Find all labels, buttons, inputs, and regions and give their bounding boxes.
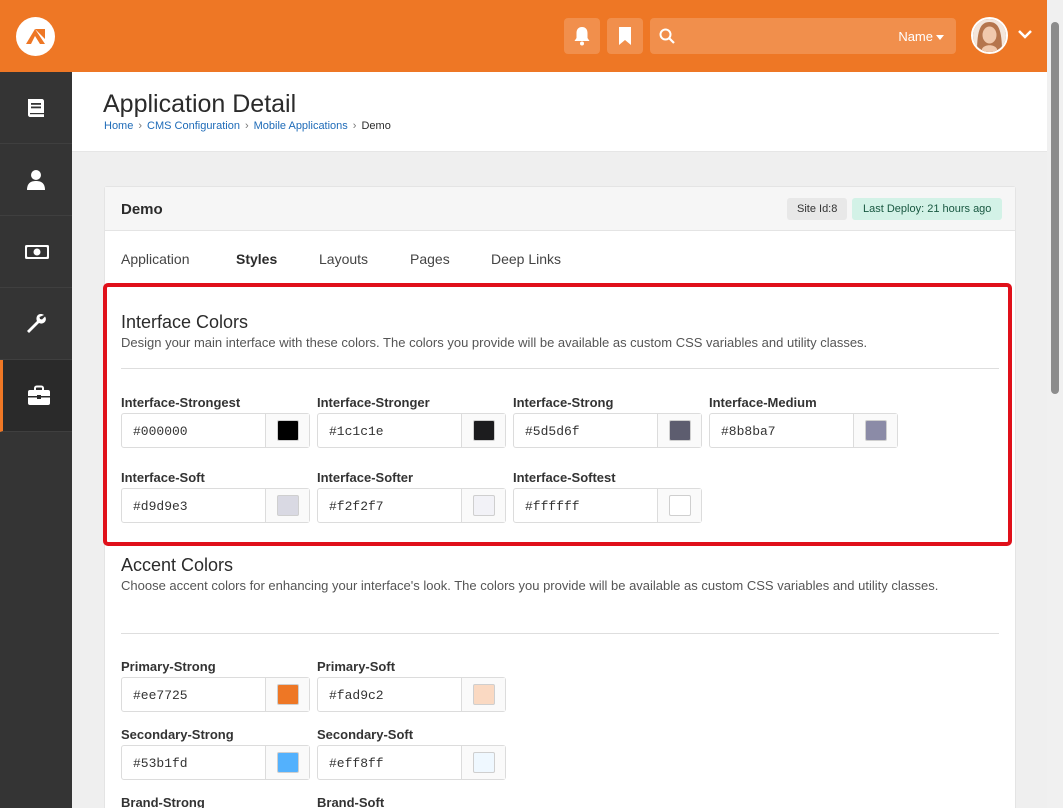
avatar[interactable] (971, 17, 1008, 54)
color-input[interactable]: #fad9c2 (329, 688, 384, 703)
breadcrumb-mobile-applications[interactable]: Mobile Applications (254, 120, 348, 132)
rock-logo-icon[interactable] (16, 17, 55, 56)
color-field-primary-soft: #fad9c2 (317, 677, 506, 712)
field-label: Secondary-Soft (317, 727, 414, 742)
color-swatch (277, 752, 299, 773)
last-deploy-badge: Last Deploy: 21 hours ago (852, 198, 1003, 220)
sidebar-item-finance[interactable] (0, 216, 72, 288)
breadcrumb-cms-configuration[interactable]: CMS Configuration (147, 120, 240, 132)
notifications-bell-button[interactable] (564, 18, 600, 54)
search-box[interactable]: Name (650, 18, 956, 54)
color-swatch (277, 684, 299, 705)
page-header: Application Detail Home › CMS Configuratio… (72, 72, 1047, 152)
person-icon (27, 170, 45, 190)
chevron-down-icon[interactable] (1018, 29, 1032, 39)
color-swatch (473, 752, 495, 773)
caret-down-icon (936, 35, 944, 41)
sidebar (0, 72, 72, 808)
tab-pages[interactable]: Pages (410, 251, 450, 267)
panel-heading: Demo Site Id:8 Last Deploy: 21 hours ago (105, 187, 1015, 231)
search-filter-dropdown[interactable]: Name (898, 29, 944, 44)
book-icon (28, 99, 44, 117)
page-title: Application Detail (103, 90, 297, 118)
search-filter-label: Name (898, 29, 933, 44)
bookmarks-button[interactable] (607, 18, 643, 54)
field-label: Primary-Strong (121, 659, 216, 674)
search-icon (659, 28, 675, 44)
highlight-box (103, 283, 1012, 546)
bookmark-icon (619, 27, 631, 45)
sidebar-item-admin[interactable] (0, 360, 72, 432)
color-input[interactable]: #eff8ff (329, 756, 384, 771)
color-picker-button[interactable] (461, 678, 505, 711)
field-label: Secondary-Strong (121, 727, 234, 742)
chevron-right-icon: › (138, 120, 143, 132)
color-input[interactable]: #53b1fd (133, 756, 188, 771)
field-label: Primary-Soft (317, 659, 396, 674)
color-field-primary-strong: #ee7725 (121, 677, 310, 712)
tab-application[interactable]: Application (121, 251, 190, 267)
top-bar: Name (0, 0, 1063, 72)
color-field-secondary-soft: #eff8ff (317, 745, 506, 780)
breadcrumb: Home › CMS Configuration › Mobile Applicatio… (104, 120, 391, 132)
chevron-right-icon: › (244, 120, 249, 132)
color-picker-button[interactable] (265, 746, 309, 779)
divider (121, 633, 999, 634)
sidebar-item-people[interactable] (0, 144, 72, 216)
briefcase-icon (28, 385, 50, 405)
sidebar-item-tools[interactable] (0, 288, 72, 360)
color-field-secondary-strong: #53b1fd (121, 745, 310, 780)
accent-colors-title: Accent Colors (121, 555, 234, 575)
panel-title: Demo (121, 201, 163, 218)
bell-icon (574, 27, 590, 46)
site-id-badge: Site Id:8 (787, 198, 848, 220)
color-picker-button[interactable] (461, 746, 505, 779)
tab-layouts[interactable]: Layouts (319, 251, 368, 267)
money-icon (25, 245, 49, 259)
accent-colors-description: Choose accent colors for enhancing your … (121, 578, 939, 593)
field-label: Brand-Strong (121, 795, 205, 808)
color-input[interactable]: #ee7725 (133, 688, 188, 703)
breadcrumb-home[interactable]: Home (104, 120, 133, 132)
chevron-right-icon: › (352, 120, 357, 132)
tab-deep-links[interactable]: Deep Links (491, 251, 561, 267)
wrench-icon (27, 314, 46, 333)
scrollbar[interactable] (1047, 0, 1063, 808)
breadcrumb-current: Demo (361, 120, 391, 132)
color-swatch (473, 684, 495, 705)
field-label: Brand-Soft (317, 795, 385, 808)
tab-styles[interactable]: Styles (236, 251, 277, 267)
color-picker-button[interactable] (265, 678, 309, 711)
sidebar-item-book[interactable] (0, 72, 72, 144)
scrollbar-thumb[interactable] (1051, 22, 1059, 394)
